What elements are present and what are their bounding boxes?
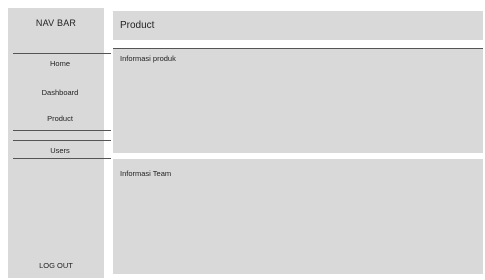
logout-button[interactable]: LOG OUT (8, 261, 104, 270)
team-info-label: Informasi Team (120, 169, 172, 178)
nav-divider (13, 158, 111, 159)
page-title: Product (120, 20, 155, 31)
page-header: Product (113, 11, 483, 40)
nav-divider (13, 53, 111, 54)
sidebar: NAV BAR Home Dashboard Product Users LOG… (8, 8, 111, 278)
team-info-panel: Informasi Team (113, 159, 483, 274)
sidebar-item-product[interactable]: Product (13, 114, 107, 124)
product-info-label: Informasi produk (120, 54, 176, 63)
nav-divider (13, 140, 111, 141)
app-window: NAV BAR Home Dashboard Product Users LOG… (0, 0, 485, 280)
nav-brand: NAV BAR (35, 18, 77, 28)
nav-divider (13, 130, 111, 131)
sidebar-item-dashboard[interactable]: Dashboard (13, 88, 107, 98)
product-info-panel: Informasi produk (113, 48, 483, 153)
sidebar-item-home[interactable]: Home (13, 59, 107, 69)
sidebar-item-users[interactable]: Users (13, 146, 107, 156)
